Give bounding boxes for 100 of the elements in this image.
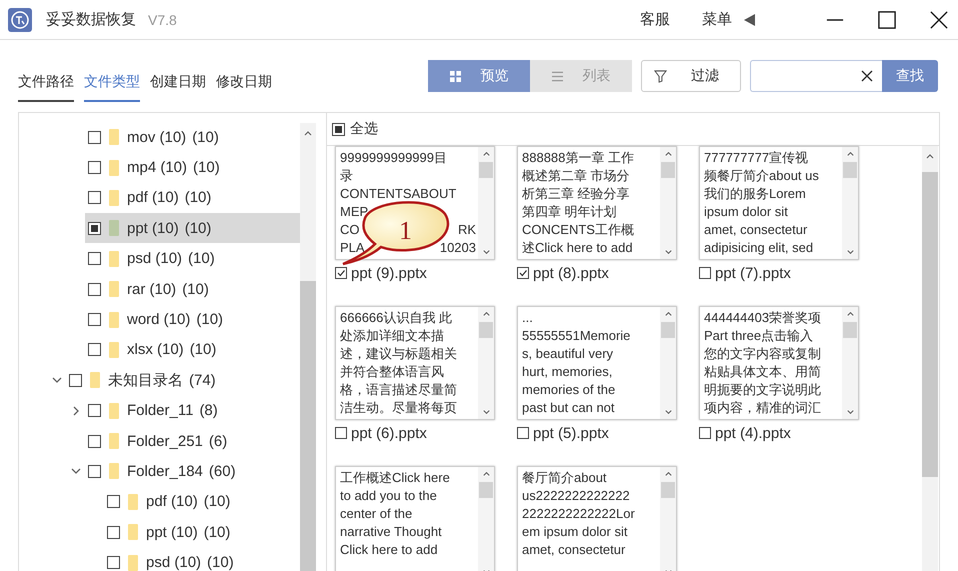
clear-icon[interactable] [861, 70, 873, 82]
checkbox[interactable] [517, 427, 529, 439]
checkbox[interactable] [88, 464, 101, 478]
preview-text: 粘贴具体文本、用简 [704, 363, 822, 381]
preview-text: 10203 [440, 239, 476, 257]
checkbox[interactable] [69, 374, 82, 387]
checkbox[interactable] [699, 267, 711, 279]
scrollbar-thumb[interactable] [300, 281, 316, 571]
preview-text: adipisicing elit, sed [704, 239, 814, 257]
chevron-down-icon[interactable] [71, 466, 81, 476]
checkbox[interactable] [88, 343, 101, 356]
tree-item[interactable]: Folder_251 (6) [85, 426, 300, 456]
select-all-checkbox[interactable] [332, 122, 345, 136]
chevron-down-icon[interactable] [52, 375, 62, 386]
folder-icon [128, 524, 138, 540]
checkbox[interactable] [88, 222, 101, 235]
scrollbar-thumb[interactable] [661, 482, 675, 498]
file-name[interactable]: ppt (5).pptx [533, 424, 609, 442]
tab[interactable]: 文件路径 [18, 73, 74, 102]
preview-text: 述Click here to add [522, 239, 634, 257]
menu-link[interactable]: 菜单 [702, 10, 732, 29]
select-all-label[interactable]: 全选 [350, 120, 378, 138]
preview-text: CO [340, 221, 360, 239]
tree-item[interactable]: Folder_11 (8) [85, 396, 300, 426]
tree-item[interactable]: mp4 (10) (10) [85, 152, 300, 183]
checkbox[interactable] [107, 495, 120, 508]
scrollbar-thumb[interactable] [922, 172, 938, 477]
close-icon[interactable] [930, 10, 948, 28]
checkmark-icon [336, 268, 346, 278]
checkbox[interactable] [88, 161, 101, 174]
file-name[interactable]: ppt (6).pptx [351, 424, 427, 442]
preview-text: 录 [340, 167, 354, 185]
tab[interactable]: 文件类型 [84, 73, 140, 102]
scrollbar-thumb[interactable] [843, 322, 857, 338]
tree-item[interactable]: pdf (10) (10) [104, 486, 300, 517]
preview-text: 洁生动。尽量将每页 [340, 399, 458, 417]
tree-item[interactable]: ppt (10) (10) [104, 517, 300, 548]
chevron-right-icon[interactable] [71, 406, 81, 416]
checkbox[interactable] [88, 252, 101, 266]
preview-text: CONCENTS工作概 [522, 221, 635, 239]
tab[interactable]: 修改日期 [216, 73, 272, 102]
preview-text: to add you to the [340, 487, 438, 505]
tree-item[interactable]: Folder_184 (60) [85, 456, 300, 486]
preview-text: 项内容，精准的词汇 [704, 399, 822, 417]
checkbox[interactable] [517, 267, 529, 279]
checkbox[interactable] [88, 404, 101, 418]
tree-item[interactable]: mov (10) (10) [85, 122, 300, 152]
preview-text: 并符合整体语言风 [340, 363, 445, 381]
tree-item[interactable]: psd (10) (10) [104, 548, 300, 571]
checkbox[interactable] [335, 267, 347, 279]
maximize-icon[interactable] [878, 10, 896, 28]
checkbox[interactable] [88, 434, 101, 448]
folder-icon [109, 402, 119, 419]
preview-text: 9999999999999目 [340, 149, 448, 167]
preview-text: 频餐厅简介about us [704, 167, 820, 185]
preview-text: ... [522, 309, 534, 327]
preview-text: CONTENTSABOUT [340, 185, 458, 203]
checkbox[interactable] [88, 282, 101, 296]
scrollbar-thumb[interactable] [479, 162, 493, 178]
preview-text: 第四章 明年计划 [522, 203, 618, 221]
support-link[interactable]: 客服 [640, 10, 670, 29]
triangle-left-icon[interactable] [744, 14, 756, 26]
scrollbar-thumb[interactable] [843, 162, 857, 178]
preview-text: memories of the [522, 381, 616, 399]
checkbox[interactable] [699, 427, 711, 439]
app-logo-icon [8, 8, 32, 32]
tree-item[interactable]: ppt (10) (10) [85, 213, 300, 244]
filter-icon [654, 70, 667, 82]
preview-text: narrative Thought [340, 523, 443, 541]
filter-button[interactable]: 过滤 [641, 60, 741, 92]
checkbox[interactable] [88, 130, 101, 144]
file-name[interactable]: ppt (7).pptx [715, 264, 791, 282]
tree-item[interactable]: 未知目录名 (74) [66, 365, 300, 396]
scrollbar-thumb[interactable] [661, 162, 675, 178]
tree-item[interactable]: psd (10) (10) [85, 244, 300, 274]
checkbox[interactable] [88, 191, 101, 204]
preview-text: PLA [340, 239, 365, 257]
checkbox[interactable] [335, 427, 347, 439]
file-name[interactable]: ppt (9).pptx [351, 264, 427, 282]
checkmark-icon [518, 268, 528, 278]
search-field[interactable] [750, 60, 882, 92]
scrollbar-thumb[interactable] [479, 482, 493, 498]
file-name[interactable]: ppt (8).pptx [533, 264, 609, 282]
checkbox[interactable] [107, 556, 120, 570]
tab[interactable]: 创建日期 [150, 73, 206, 102]
scrollbar-thumb[interactable] [661, 322, 675, 338]
preview-text: 2222222222222Lor [522, 505, 636, 523]
tree-item[interactable]: word (10) (10) [85, 304, 300, 335]
file-name[interactable]: ppt (4).pptx [715, 424, 791, 442]
app-title: 妥妥数据恢复 [46, 10, 136, 29]
preview-text: 我们的服务Lorem [704, 185, 807, 203]
checkbox[interactable] [88, 313, 101, 326]
folder-icon [128, 554, 138, 571]
tree-item[interactable]: xlsx (10) (10) [85, 334, 300, 365]
checkbox[interactable] [107, 526, 120, 539]
tree-item[interactable]: rar (10) (10) [85, 274, 300, 304]
tree-item[interactable]: pdf (10) (10) [85, 182, 300, 213]
preview-text: 55555551Memorie [522, 327, 632, 345]
scrollbar-thumb[interactable] [479, 322, 493, 338]
grid-icon [450, 70, 460, 82]
